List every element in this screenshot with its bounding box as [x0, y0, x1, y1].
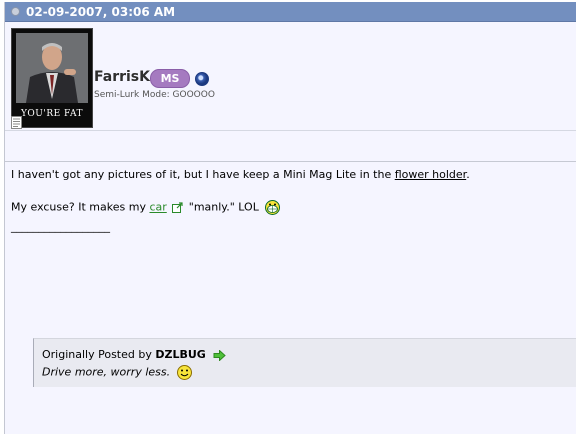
message-text: I haven't got any pictures of it, but I … [11, 168, 395, 181]
message-line-2: My excuse? It makes my car "manly." LOL [11, 200, 281, 215]
flower-holder-link[interactable]: flower holder [395, 168, 466, 181]
smile-icon [176, 365, 192, 380]
car-link[interactable]: car [149, 201, 166, 214]
content-divider [5, 161, 576, 162]
status-dot-icon [11, 7, 20, 16]
user-info: YOU'RE FAT FarrisK MS Semi-Lurk Mode: GO… [5, 22, 576, 131]
username[interactable]: FarrisK [94, 69, 150, 85]
avatar[interactable]: YOU'RE FAT [11, 28, 93, 128]
quote-box: Originally Posted by DZLBUG Drive more, … [33, 338, 576, 387]
quote-text: Drive more, worry less. [42, 365, 192, 380]
message-text: My excuse? It makes my [11, 200, 150, 214]
user-title: Semi-Lurk Mode: GOOOOO [94, 90, 215, 100]
post-header: 02-09-2007, 03:06 AM [5, 2, 576, 22]
message-text: "manly." LOL [185, 200, 259, 214]
avatar-caption: YOU'RE FAT [20, 109, 84, 119]
post-date: 02-09-2007, 03:06 AM [26, 4, 176, 19]
grin-smiley-icon [265, 200, 281, 215]
quote-prefix: Originally Posted by [42, 348, 152, 361]
post-container: 02-09-2007, 03:06 AM YOU'RE FAT FarrisK … [4, 2, 576, 434]
user-badge: MS [150, 69, 190, 88]
signature-separator: __________________ [11, 220, 110, 233]
post-icon [11, 116, 22, 129]
message-text: . [466, 168, 470, 181]
quote-header: Originally Posted by DZLBUG [42, 348, 227, 361]
message-line-1: I haven't got any pictures of it, but I … [11, 168, 470, 181]
view-post-arrow-icon[interactable] [213, 349, 227, 361]
online-status-icon [195, 72, 209, 86]
external-link-icon[interactable] [172, 202, 183, 213]
quote-author: DZLBUG [155, 348, 206, 361]
quote-text-content: Drive more, worry less. [42, 365, 171, 379]
